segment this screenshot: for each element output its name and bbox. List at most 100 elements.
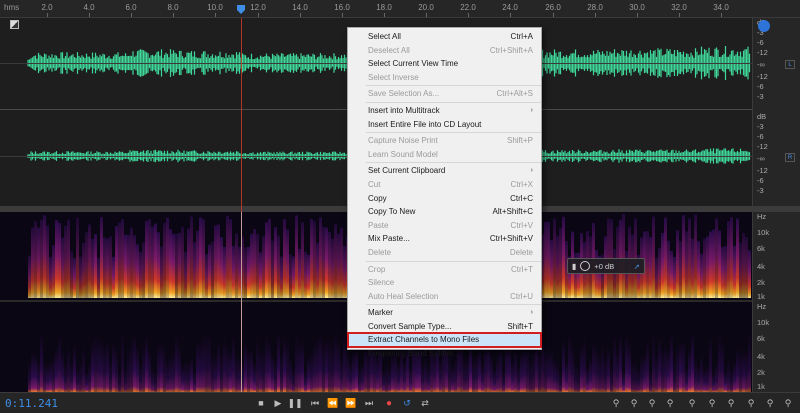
submenu-arrow-icon: ›	[530, 309, 533, 317]
skip-icon[interactable]: ⇄	[418, 396, 432, 410]
spectral-column	[721, 247, 724, 298]
spectral-column	[517, 365, 520, 392]
menu-item-learn-sound-model[interactable]: Learn Sound Model	[348, 148, 541, 162]
spectral-column	[703, 238, 706, 298]
record-icon[interactable]: ●	[382, 396, 396, 410]
pause-icon[interactable]: ❚❚	[287, 396, 302, 410]
menu-item-marker[interactable]: Marker ›	[348, 306, 541, 320]
spectral-column	[118, 222, 121, 298]
menu-item-cut[interactable]: Cut Ctrl+X	[348, 178, 541, 192]
move-to-next-icon[interactable]: ⏭	[362, 396, 376, 410]
zoom-in-amplitude-icon[interactable]: ⚲	[609, 396, 623, 410]
rewind-icon[interactable]: ⏪	[326, 396, 340, 410]
scale-label: -12	[757, 72, 768, 81]
play-icon[interactable]: ▶	[271, 396, 285, 410]
zoom-out-amplitude-icon[interactable]: ⚲	[627, 396, 641, 410]
spectral-column	[328, 338, 331, 392]
spectral-column	[652, 333, 655, 392]
menu-item-silence[interactable]: Silence	[348, 276, 541, 290]
spectral-column	[94, 234, 97, 298]
zoom-in-point-icon[interactable]: ⚲	[705, 396, 719, 410]
menu-item-set-current-clipboard[interactable]: Set Current Clipboard ›	[348, 164, 541, 178]
left-channel-toggle[interactable]: L	[785, 60, 795, 69]
hud-toggle-icon[interactable]	[10, 20, 19, 29]
zoom-out-time-icon[interactable]: ⚲	[663, 396, 677, 410]
spectral-column	[148, 348, 151, 392]
spectral-column	[214, 355, 217, 392]
spectral-column	[166, 360, 169, 392]
menu-item-paste[interactable]: Paste Ctrl+V	[348, 219, 541, 233]
right-channel-toggle[interactable]: R	[785, 153, 795, 162]
zoom-reset-icon[interactable]: ⚲	[781, 396, 795, 410]
spectral-column	[298, 248, 301, 298]
spectral-column	[253, 228, 256, 298]
spectral-column	[655, 355, 658, 392]
spectral-column	[232, 245, 235, 298]
spectral-column	[67, 346, 70, 392]
menu-item-crop[interactable]: Crop Ctrl+T	[348, 263, 541, 277]
menu-item-insert-into-multitrack[interactable]: Insert into Multitrack ›	[348, 104, 541, 118]
zoom-left-icon[interactable]: ⚲	[744, 396, 758, 410]
menu-item-insert-entire-file-into-cd-layout[interactable]: Insert Entire File into CD Layout	[348, 118, 541, 132]
zoom-toggle-button[interactable]	[758, 20, 770, 32]
menu-item-capture-noise-print[interactable]: Capture Noise Print Shift+P	[348, 134, 541, 148]
volume-knob[interactable]	[580, 261, 591, 271]
spectral-column	[712, 371, 715, 392]
spectral-column	[316, 338, 319, 392]
spectral-column	[313, 342, 316, 392]
spectral-column	[292, 368, 295, 392]
spectral-column	[37, 227, 40, 298]
playhead-handle-icon[interactable]	[236, 4, 246, 15]
zoom-selection-icon[interactable]: ⚲	[724, 396, 738, 410]
spectral-column	[256, 337, 259, 392]
menu-item-label: Set Current Clipboard	[368, 166, 446, 176]
menu-item-shortcut: Ctrl+T	[511, 264, 533, 274]
spectral-column	[748, 250, 751, 298]
spectral-column	[697, 241, 700, 298]
zoom-in-time-icon[interactable]: ⚲	[645, 396, 659, 410]
spectral-column	[304, 251, 307, 298]
scale-label: -12	[757, 166, 768, 175]
loop-playback-icon[interactable]: ↺	[400, 396, 414, 410]
spectral-column	[127, 348, 130, 392]
menu-item-auto-heal-selection[interactable]: Auto Heal Selection Ctrl+U	[348, 290, 541, 304]
volume-hud[interactable]: ▮ +0 dB ➚	[567, 258, 645, 274]
spectral-column	[61, 351, 64, 392]
spectral-column	[133, 235, 136, 298]
menu-item-label: Select Inverse	[368, 72, 419, 82]
menu-item-select-current-view-time[interactable]: Select Current View Time	[348, 57, 541, 71]
spectral-column	[100, 340, 103, 392]
menu-item-copy[interactable]: Copy Ctrl+C	[348, 192, 541, 206]
menu-item-mix-paste[interactable]: Mix Paste... Ctrl+Shift+V	[348, 232, 541, 246]
menu-item-select-all[interactable]: Select All Ctrl+A	[348, 30, 541, 44]
zoom-out-full-icon[interactable]: ⚲	[685, 396, 699, 410]
menu-item-extract-channels-to-mono-files[interactable]: Extract Channels to Mono Files	[347, 332, 542, 349]
menu-item-delete[interactable]: Delete Delete	[348, 246, 541, 260]
scale-label: 4k	[757, 352, 765, 361]
menu-item-frequency-band-splitter[interactable]: Frequency Band Splitter...	[348, 347, 541, 361]
spectral-column	[100, 217, 103, 298]
menu-item-save-selection-as[interactable]: Save Selection As... Ctrl+Alt+S	[348, 87, 541, 101]
menu-item-label: Auto Heal Selection	[368, 291, 439, 301]
menu-item-label: Learn Sound Model	[368, 149, 438, 159]
zoom-right-icon[interactable]: ⚲	[763, 396, 777, 410]
menu-item-convert-sample-type[interactable]: Convert Sample Type... Shift+T	[348, 320, 541, 334]
pin-icon[interactable]: ➚	[634, 262, 640, 271]
spectral-column	[670, 250, 673, 298]
spectral-column	[268, 218, 271, 298]
spectral-column	[142, 344, 145, 392]
menu-item-label: Insert Entire File into CD Layout	[368, 119, 482, 129]
move-to-previous-icon[interactable]: ⏮	[308, 396, 322, 410]
spectral-column	[142, 242, 145, 298]
spectral-column	[667, 240, 670, 298]
stop-icon[interactable]: ■	[254, 396, 268, 410]
ruler-tick-mark	[595, 13, 596, 17]
spectral-column	[34, 353, 37, 392]
menu-item-copy-to-new[interactable]: Copy To New Alt+Shift+C	[348, 205, 541, 219]
spectral-column	[265, 336, 268, 392]
menu-item-select-inverse[interactable]: Select Inverse	[348, 71, 541, 85]
menu-item-deselect-all[interactable]: Deselect All Ctrl+Shift+A	[348, 44, 541, 58]
spectral-column	[247, 349, 250, 392]
time-ruler[interactable]: hms 2.0 4.0 6.0 8.0 10.0 12.0 14.0 16.0 18.0 20.0…	[0, 0, 800, 18]
fast-forward-icon[interactable]: ⏩	[344, 396, 358, 410]
